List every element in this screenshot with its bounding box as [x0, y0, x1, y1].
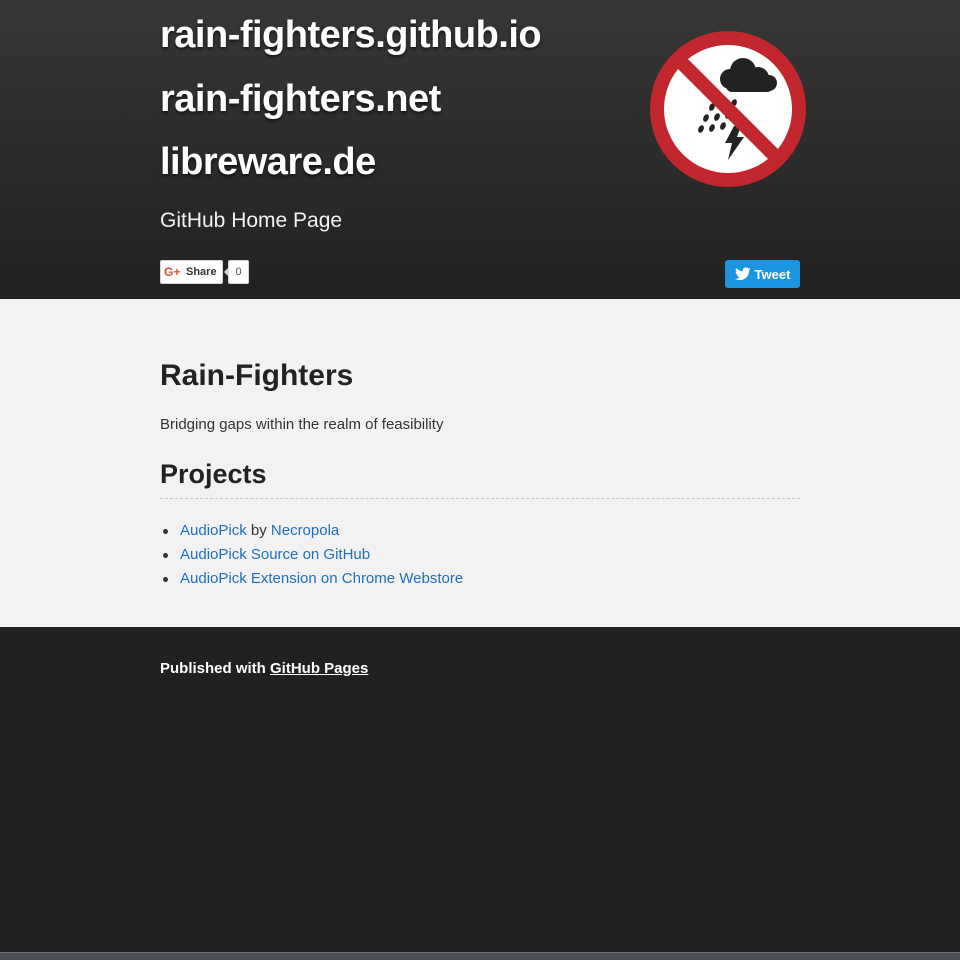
- projects-heading: Projects: [160, 459, 267, 489]
- no-rain-sign-icon: [650, 31, 806, 187]
- by-text: by: [246, 522, 271, 539]
- heading-divider: [160, 498, 800, 499]
- audiopick-link[interactable]: AudioPick: [180, 522, 247, 539]
- list-item: AudioPick Extension on Chrome Webstore: [160, 567, 463, 591]
- site-title-github-io: rain-fighters.github.io: [160, 14, 542, 56]
- footer-text: Published with GitHub Pages: [160, 660, 368, 677]
- main-content: Rain-Fighters Bridging gaps within the r…: [0, 299, 960, 627]
- lead-text: Bridging gaps within the realm of feasib…: [160, 416, 444, 433]
- share-label: Share: [186, 266, 217, 278]
- share-count: 0: [224, 260, 249, 284]
- necropola-link[interactable]: Necropola: [271, 522, 339, 539]
- list-item: AudioPick Source on GitHub: [160, 543, 463, 567]
- bottom-bar: [0, 952, 960, 960]
- tagline: GitHub Home Page: [160, 209, 343, 232]
- google-plus-share-button[interactable]: G+ Share: [160, 260, 223, 284]
- tweet-button[interactable]: Tweet: [725, 260, 800, 288]
- site-title-libreware: libreware.de: [160, 141, 376, 183]
- site-header: rain-fighters.github.io rain-fighters.ne…: [0, 0, 960, 299]
- github-pages-link[interactable]: GitHub Pages: [270, 660, 368, 677]
- footer-prefix: Published with: [160, 660, 271, 677]
- page-heading: Rain-Fighters: [160, 359, 354, 392]
- site-title-net: rain-fighters.net: [160, 78, 441, 120]
- audiopick-extension-link[interactable]: AudioPick Extension on Chrome Webstore: [180, 570, 463, 587]
- google-plus-icon: G+: [164, 265, 181, 279]
- list-item: AudioPick by Necropola: [160, 519, 463, 543]
- audiopick-source-link[interactable]: AudioPick Source on GitHub: [180, 546, 370, 563]
- twitter-bird-icon: [734, 267, 751, 281]
- tweet-label: Tweet: [754, 266, 791, 282]
- projects-list: AudioPick by Necropola AudioPick Source …: [160, 519, 463, 591]
